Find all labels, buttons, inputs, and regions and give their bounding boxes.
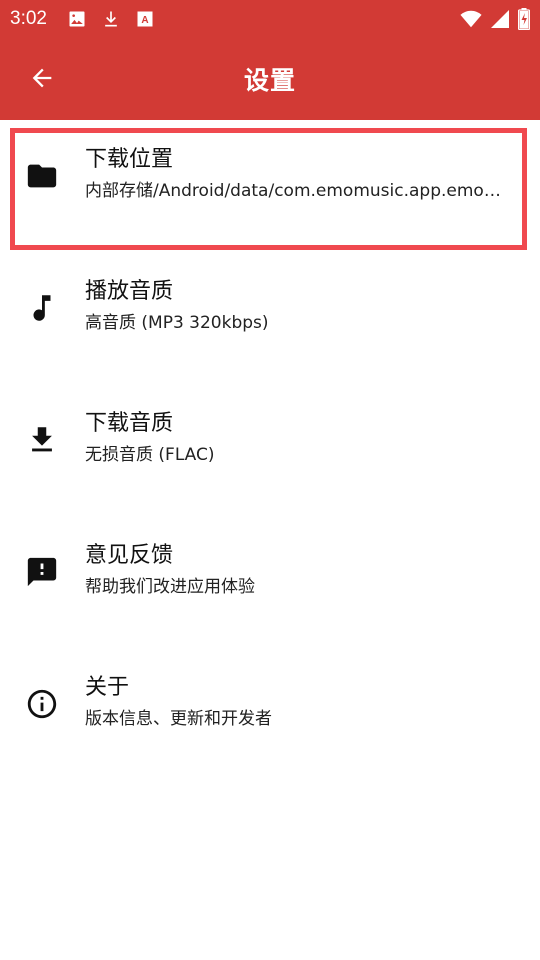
setting-title: 意见反馈	[85, 543, 174, 568]
wifi-icon	[460, 9, 482, 29]
signal-icon	[490, 9, 510, 29]
setting-download-location[interactable]: 下载位置 内部存储/Android/data/com.emomusic.app.…	[0, 120, 540, 252]
status-bar: 3:02 A	[0, 0, 540, 38]
arrow-back-icon	[28, 64, 56, 92]
font-icon: A	[135, 9, 155, 29]
setting-title: 下载位置	[85, 147, 174, 172]
settings-list: 下载位置 内部存储/Android/data/com.emomusic.app.…	[0, 120, 540, 780]
setting-about[interactable]: 关于 版本信息、更新和开发者	[0, 648, 540, 780]
setting-download-quality[interactable]: 下载音质 无损音质 (FLAC)	[0, 384, 540, 516]
setting-title: 关于	[85, 675, 130, 700]
svg-text:A: A	[141, 15, 148, 26]
setting-subtitle: 内部存储/Android/data/com.emomusic.app.emomu…	[85, 181, 510, 201]
setting-title: 播放音质	[85, 279, 174, 304]
image-icon	[67, 9, 87, 29]
setting-playback-quality[interactable]: 播放音质 高音质 (MP3 320kbps)	[0, 252, 540, 384]
setting-subtitle: 版本信息、更新和开发者	[85, 709, 272, 729]
info-icon	[22, 684, 62, 724]
battery-charging-icon	[518, 8, 530, 30]
setting-subtitle: 高音质 (MP3 320kbps)	[85, 313, 269, 333]
feedback-icon	[22, 552, 62, 592]
page-title: 设置	[243, 66, 296, 95]
app-bar: 设置	[0, 38, 540, 120]
download-icon	[22, 420, 62, 460]
download-icon	[101, 9, 121, 29]
back-button[interactable]	[24, 60, 60, 96]
setting-feedback[interactable]: 意见反馈 帮助我们改进应用体验	[0, 516, 540, 648]
setting-title: 下载音质	[85, 411, 174, 436]
music-note-icon	[22, 288, 62, 328]
setting-subtitle: 无损音质 (FLAC)	[85, 445, 215, 465]
status-time: 3:02	[10, 8, 47, 29]
folder-icon	[22, 156, 62, 196]
setting-subtitle: 帮助我们改进应用体验	[85, 577, 255, 597]
